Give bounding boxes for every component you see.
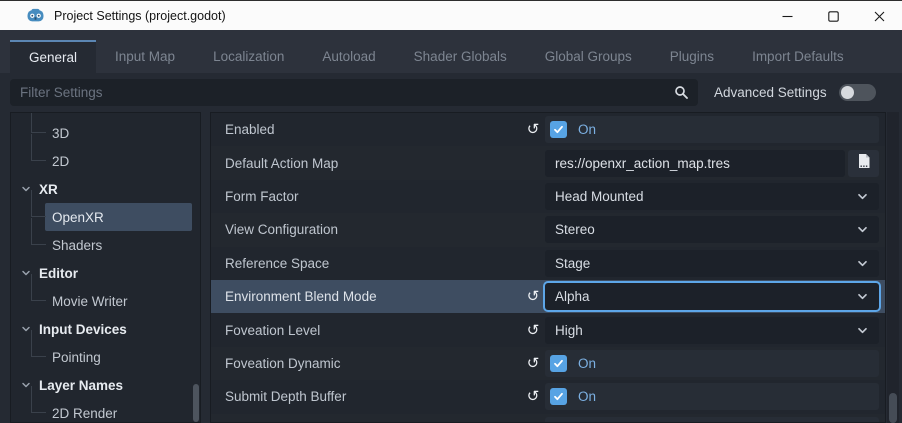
sidebar-item-pointing[interactable]: Pointing	[11, 343, 200, 371]
tree-guide-line	[31, 330, 46, 357]
advanced-settings-toggle[interactable]	[839, 84, 876, 101]
file-picker-button[interactable]	[848, 150, 879, 177]
startup-alert-checkbox-field[interactable]: On	[545, 417, 879, 423]
chevron-down-icon[interactable]	[21, 268, 31, 278]
chevron-down-icon	[856, 290, 869, 303]
tab-bar: General Input Map Localization Autoload …	[0, 30, 902, 73]
window-title: Project Settings (project.godot)	[54, 9, 226, 23]
setting-row-form-factor: Form Factor Head Mounted	[211, 180, 885, 213]
checkbox-state-label: On	[578, 389, 596, 404]
checkbox-checked-icon[interactable]	[550, 121, 567, 138]
checkbox-state-label: On	[578, 122, 596, 137]
tab-localization[interactable]: Localization	[194, 40, 303, 73]
settings-scrollbar[interactable]	[887, 112, 899, 423]
chevron-down-icon	[856, 190, 869, 203]
search-icon	[674, 85, 689, 105]
tab-autoload[interactable]: Autoload	[303, 40, 394, 73]
setting-label: Foveation Dynamic	[225, 356, 523, 371]
chevron-down-icon[interactable]	[21, 324, 31, 334]
revert-icon[interactable]: ↺	[523, 122, 543, 137]
setting-label: View Configuration	[225, 222, 545, 237]
setting-label: Reference Space	[225, 256, 545, 271]
tree-scrollbar-thumb[interactable]	[193, 384, 199, 422]
setting-row-view-configuration: View Configuration Stereo	[211, 213, 885, 246]
tab-shader-globals[interactable]: Shader Globals	[395, 40, 526, 73]
sidebar-item-2d[interactable]: 2D	[11, 147, 200, 175]
setting-label: Environment Blend Mode	[225, 289, 523, 304]
sidebar-item-movie-writer[interactable]: Movie Writer	[11, 287, 200, 315]
tab-import-defaults[interactable]: Import Defaults	[733, 40, 863, 73]
titlebar: Project Settings (project.godot)	[0, 0, 902, 30]
setting-row-foveation-level: Foveation Level ↺ High	[211, 313, 885, 346]
chevron-down-icon	[856, 223, 869, 236]
chevron-down-icon[interactable]	[21, 380, 31, 390]
setting-label: Form Factor	[225, 189, 545, 204]
foveation-dynamic-checkbox-field[interactable]: On	[545, 350, 879, 377]
checkbox-checked-icon[interactable]	[550, 355, 567, 372]
search-input[interactable]	[10, 79, 698, 106]
setting-row-enabled: Enabled ↺ On	[211, 113, 885, 146]
environment-blend-mode-dropdown[interactable]: Alpha	[545, 283, 879, 310]
tree-guide-line	[31, 386, 46, 413]
window-controls	[764, 1, 902, 31]
tree-guide-line	[31, 274, 46, 301]
settings-inspector: Enabled ↺ On Default Action Map res://op…	[210, 112, 886, 423]
sidebar-item-shaders[interactable]: Shaders	[11, 231, 200, 259]
setting-label: Enabled	[225, 122, 523, 137]
setting-row-submit-depth-buffer: Submit Depth Buffer ↺ On	[211, 380, 885, 413]
minimize-button[interactable]	[764, 1, 810, 31]
settings-category-tree[interactable]: 3D 2D XR OpenXR Shaders Editor Movie Wri…	[10, 112, 201, 423]
file-icon	[857, 153, 871, 174]
revert-icon[interactable]: ↺	[523, 356, 543, 371]
setting-row-reference-space: Reference Space Stage	[211, 247, 885, 280]
checkbox-state-label: On	[578, 356, 596, 371]
tree-guide-line	[31, 112, 46, 133]
settings-scrollbar-thumb[interactable]	[889, 393, 897, 423]
close-button[interactable]	[856, 1, 902, 31]
chevron-down-icon[interactable]	[21, 184, 31, 194]
maximize-button[interactable]	[810, 1, 856, 31]
toggle-knob	[841, 86, 854, 99]
revert-icon[interactable]: ↺	[523, 389, 543, 404]
sidebar-item-2d-render[interactable]: 2D Render	[11, 399, 200, 423]
tab-plugins[interactable]: Plugins	[651, 40, 733, 73]
view-configuration-dropdown[interactable]: Stereo	[545, 216, 879, 243]
setting-row-default-action-map: Default Action Map res://openxr_action_m…	[211, 146, 885, 179]
tree-guide-line	[31, 218, 46, 245]
reference-space-dropdown[interactable]: Stage	[545, 250, 879, 277]
setting-row-foveation-dynamic: Foveation Dynamic ↺ On	[211, 347, 885, 380]
submit-depth-buffer-checkbox-field[interactable]: On	[545, 383, 879, 410]
action-map-path-input[interactable]: res://openxr_action_map.tres	[545, 150, 845, 177]
tab-general[interactable]: General	[10, 40, 96, 73]
form-factor-dropdown[interactable]: Head Mounted	[545, 183, 879, 210]
chevron-down-icon	[856, 324, 869, 337]
filter-bar: Advanced Settings	[0, 73, 902, 112]
setting-label: Default Action Map	[225, 156, 545, 171]
tab-global-groups[interactable]: Global Groups	[526, 40, 651, 73]
tree-guide-line	[31, 190, 46, 217]
revert-icon[interactable]: ↺	[523, 289, 543, 304]
advanced-settings-label: Advanced Settings	[714, 85, 827, 100]
revert-icon[interactable]: ↺	[523, 323, 543, 338]
setting-label: Foveation Level	[225, 323, 523, 338]
filter-input-wrap	[10, 79, 698, 106]
tab-input-map[interactable]: Input Map	[96, 40, 194, 73]
godot-logo-icon	[27, 7, 44, 24]
foveation-level-dropdown[interactable]: High	[545, 317, 879, 344]
checkbox-checked-icon[interactable]	[550, 388, 567, 405]
setting-row-startup-alert: Startup Alert On	[211, 414, 885, 423]
enabled-checkbox-field[interactable]: On	[545, 116, 879, 143]
setting-row-environment-blend-mode: Environment Blend Mode ↺ Alpha	[211, 280, 885, 313]
chevron-down-icon	[856, 257, 869, 270]
setting-label: Submit Depth Buffer	[225, 389, 523, 404]
tree-guide-line	[31, 134, 46, 161]
